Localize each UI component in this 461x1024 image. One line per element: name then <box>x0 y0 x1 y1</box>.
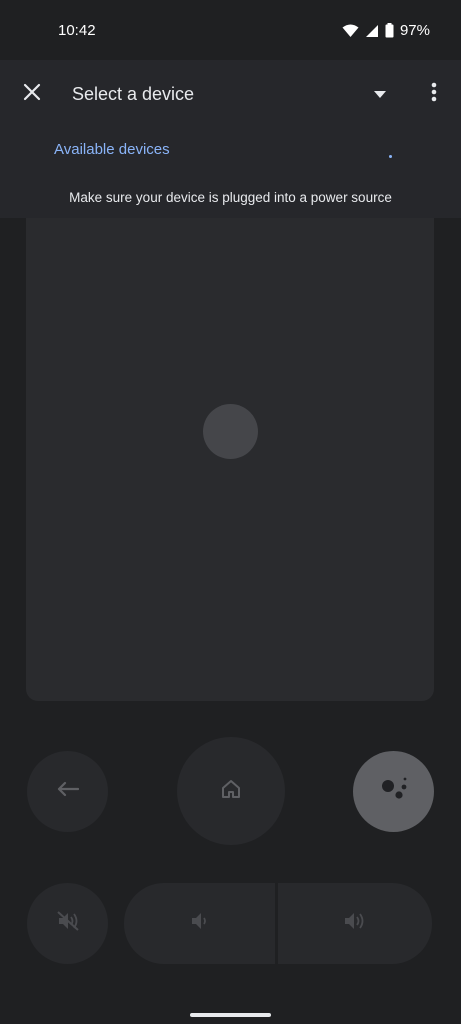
home-icon <box>221 779 241 804</box>
volume-down-icon <box>190 911 208 936</box>
volume-up-icon <box>343 910 367 937</box>
cell-signal-icon <box>365 24 379 38</box>
mute-button[interactable] <box>27 883 108 964</box>
battery-percent: 97% <box>399 22 430 39</box>
volume-control <box>124 883 432 964</box>
more-vert-icon <box>431 82 437 107</box>
back-button[interactable] <box>27 751 108 832</box>
touchpad-center-button[interactable] <box>203 404 258 459</box>
gesture-nav-handle[interactable] <box>190 1013 271 1017</box>
page-title: Select a device <box>72 84 195 104</box>
mute-icon <box>56 910 80 937</box>
close-icon <box>23 83 41 106</box>
assistant-icon <box>379 776 409 807</box>
wifi-icon <box>342 24 359 38</box>
back-icon <box>57 781 79 802</box>
status-icons: 97% <box>342 22 430 39</box>
volume-down-button[interactable] <box>124 883 275 964</box>
home-button[interactable] <box>177 737 285 845</box>
dropdown-arrow-icon <box>374 85 386 103</box>
status-time: 10:42 <box>58 22 96 39</box>
more-options-button[interactable] <box>420 78 448 110</box>
battery-icon <box>385 23 394 38</box>
close-button[interactable] <box>14 76 50 112</box>
assistant-button[interactable] <box>353 751 434 832</box>
searching-indicator <box>389 155 392 158</box>
volume-up-button[interactable] <box>277 883 432 964</box>
device-dropdown-button[interactable] <box>366 80 394 108</box>
power-hint-text: Make sure your device is plugged into a … <box>69 190 392 205</box>
available-devices-label: Available devices <box>54 141 170 158</box>
